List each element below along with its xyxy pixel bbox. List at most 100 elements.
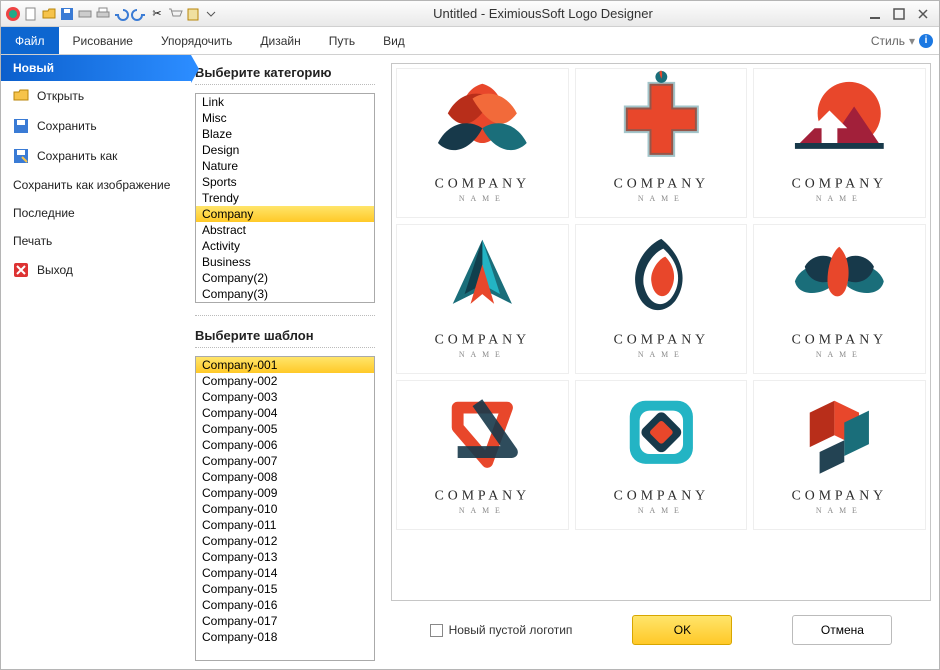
category-option[interactable]: Business (196, 254, 374, 270)
category-option[interactable]: Activity (196, 238, 374, 254)
template-option[interactable]: Company-001 (196, 357, 374, 373)
file-sidebar: Новый Открыть Сохранить Сохранить как Со… (1, 55, 191, 669)
svg-text:NAME: NAME (816, 350, 863, 359)
template-option[interactable]: Company-010 (196, 501, 374, 517)
category-option[interactable]: Abstract (196, 222, 374, 238)
svg-text:NAME: NAME (638, 506, 685, 515)
template-option[interactable]: Company-018 (196, 629, 374, 645)
sidebar-item-save[interactable]: Сохранить (1, 111, 191, 141)
template-option[interactable]: Company-007 (196, 453, 374, 469)
style-dropdown[interactable]: Стиль (871, 34, 905, 48)
dropdown-icon[interactable] (203, 6, 219, 22)
svg-text:COMPANY: COMPANY (435, 331, 530, 346)
sidebar-item-print[interactable]: Печать (1, 227, 191, 255)
sidebar-item-label: Открыть (37, 89, 84, 103)
template-option[interactable]: Company-017 (196, 613, 374, 629)
undo-icon[interactable] (113, 6, 129, 22)
print-preview-icon[interactable] (77, 6, 93, 22)
template-listbox[interactable]: Company-001Company-002Company-003Company… (195, 356, 375, 661)
cart-icon[interactable] (167, 6, 183, 22)
save-icon[interactable] (59, 6, 75, 22)
menu-view[interactable]: Вид (369, 27, 419, 54)
template-preview-panel[interactable]: COMPANY NAME COMPANY NAME COMPANY NAME COMPANY… (391, 63, 931, 601)
sidebar-item-exit[interactable]: Выход (1, 255, 191, 285)
svg-text:COMPANY: COMPANY (792, 487, 887, 502)
menu-arrange[interactable]: Упорядочить (147, 27, 246, 54)
folder-open-icon (13, 88, 29, 104)
template-option[interactable]: Company-016 (196, 597, 374, 613)
sidebar-item-label: Сохранить (37, 119, 97, 133)
menu-drawing[interactable]: Рисование (59, 27, 147, 54)
menu-design[interactable]: Дизайн (246, 27, 314, 54)
sidebar-item-label: Сохранить как изображение (13, 178, 170, 192)
logo-template-card[interactable]: COMPANYNAME (753, 380, 926, 530)
category-listbox[interactable]: LinkMiscBlazeDesignNatureSportsTrendyCom… (195, 93, 375, 303)
sidebar-item-save-as[interactable]: Сохранить как (1, 141, 191, 171)
logo-template-card[interactable]: COMPANY NAME (396, 224, 569, 374)
svg-text:NAME: NAME (816, 194, 863, 203)
template-option[interactable]: Company-015 (196, 581, 374, 597)
logo-template-card[interactable]: COMPANYNAME (575, 224, 748, 374)
template-option[interactable]: Company-009 (196, 485, 374, 501)
template-option[interactable]: Company-002 (196, 373, 374, 389)
checkbox-icon (430, 624, 443, 637)
cut-icon[interactable]: ✂ (149, 6, 165, 22)
paste-icon[interactable] (185, 6, 201, 22)
template-option[interactable]: Company-008 (196, 469, 374, 485)
svg-text:NAME: NAME (459, 194, 506, 203)
print-icon[interactable] (95, 6, 111, 22)
save-icon (13, 118, 29, 134)
quick-access-toolbar: ✂ (5, 6, 219, 22)
svg-text:NAME: NAME (459, 350, 506, 359)
template-option[interactable]: Company-006 (196, 437, 374, 453)
open-icon[interactable] (41, 6, 57, 22)
category-option[interactable]: Sports (196, 174, 374, 190)
category-option[interactable]: Misc (196, 110, 374, 126)
category-option[interactable]: Blaze (196, 126, 374, 142)
template-option[interactable]: Company-011 (196, 517, 374, 533)
logo-template-card[interactable]: COMPANYNAME (753, 68, 926, 218)
template-option[interactable]: Company-004 (196, 405, 374, 421)
category-option[interactable]: Link (196, 94, 374, 110)
app-logo-icon (5, 6, 21, 22)
menu-file[interactable]: Файл (1, 27, 59, 54)
category-option[interactable]: Trendy (196, 190, 374, 206)
svg-text:COMPANY: COMPANY (613, 175, 708, 190)
sidebar-item-label: Печать (13, 234, 52, 248)
close-window-button[interactable] (915, 6, 931, 22)
svg-text:COMPANY: COMPANY (792, 331, 887, 346)
blank-logo-checkbox[interactable]: Новый пустой логотип (430, 623, 573, 637)
sidebar-item-save-as-image[interactable]: Сохранить как изображение (1, 171, 191, 199)
template-option[interactable]: Company-003 (196, 389, 374, 405)
maximize-button[interactable] (891, 6, 907, 22)
sidebar-header-new[interactable]: Новый (1, 55, 191, 81)
logo-template-card[interactable]: COMPANYNAME (396, 380, 569, 530)
category-option[interactable]: Company(4) (196, 302, 374, 303)
help-icon[interactable]: i (919, 34, 933, 48)
logo-template-card[interactable]: COMPANYNAME (575, 68, 748, 218)
category-option[interactable]: Nature (196, 158, 374, 174)
template-option[interactable]: Company-014 (196, 565, 374, 581)
new-doc-icon[interactable] (23, 6, 39, 22)
svg-text:NAME: NAME (638, 350, 685, 359)
logo-template-card[interactable]: COMPANYNAME (575, 380, 748, 530)
template-option[interactable]: Company-005 (196, 421, 374, 437)
template-option[interactable]: Company-013 (196, 549, 374, 565)
sidebar-item-open[interactable]: Открыть (1, 81, 191, 111)
redo-icon[interactable] (131, 6, 147, 22)
category-option[interactable]: Company(2) (196, 270, 374, 286)
minimize-button[interactable] (867, 6, 883, 22)
category-option[interactable]: Design (196, 142, 374, 158)
ok-button[interactable]: OK (632, 615, 732, 645)
menu-path[interactable]: Путь (315, 27, 369, 54)
template-option[interactable]: Company-012 (196, 533, 374, 549)
close-icon (13, 262, 29, 278)
category-option[interactable]: Company(3) (196, 286, 374, 302)
save-as-icon (13, 148, 29, 164)
category-option[interactable]: Company (196, 206, 374, 222)
sidebar-item-label: Сохранить как (37, 149, 117, 163)
logo-template-card[interactable]: COMPANY NAME (753, 224, 926, 374)
sidebar-item-recent[interactable]: Последние (1, 199, 191, 227)
cancel-button[interactable]: Отмена (792, 615, 892, 645)
logo-template-card[interactable]: COMPANYNAME (396, 68, 569, 218)
